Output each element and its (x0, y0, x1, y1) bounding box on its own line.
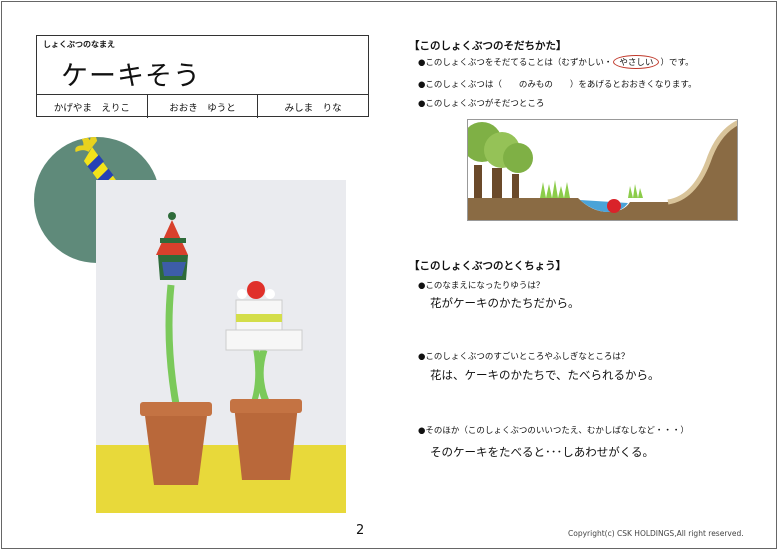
cake-plant-photo (96, 180, 346, 513)
cake-plant-illustration (96, 180, 346, 513)
author-name: みしま りな (257, 95, 368, 118)
habitat-line: ●このしょくぶつがそだつところ (418, 99, 545, 109)
plant-name-box: しょくぶつのなまえ ケーキそう かげやま えりこ おおき ゆうと みしま りな (36, 35, 369, 118)
difficulty-suffix: ）です。 (660, 58, 694, 68)
name-caption: しょくぶつのなまえ (43, 40, 115, 49)
plant-name: ケーキそう (61, 61, 201, 92)
growth-heading: 【このしょくぶつのそだちかた】 (409, 40, 567, 52)
answer-name-reason: 花がケーキのかたちだから。 (430, 296, 580, 310)
page-number: 2 (356, 523, 365, 538)
habitat-landscape (467, 119, 738, 221)
authors-row: かげやま えりこ おおき ゆうと みしま りな (37, 94, 368, 118)
author-name: おおき ゆうと (146, 95, 258, 118)
difficulty-prefix: ●このしょくぶつをそだてることは（むずかしい・ (418, 58, 613, 68)
question-amazing-points: ●このしょくぶつのすごいところやふしぎなところは？ (418, 352, 630, 362)
question-name-reason: ●このなまえになったりゆうは？ (418, 281, 545, 291)
difficulty-circled-answer: やさしい (613, 55, 660, 69)
answer-amazing-points: 花は、ケーキのかたちで、たべられるから。 (430, 368, 660, 382)
copyright-text: Copyright(c) CSK HOLDINGS,All right rese… (568, 529, 744, 538)
habitat-landscape-illustration (468, 120, 737, 220)
author-name: かげやま えりこ (53, 102, 130, 114)
answer-other: そのケーキをたべると･･･しあわせがくる。 (430, 445, 655, 459)
food-line: ●このしょくぶつは（ のみもの ）をあげるとおおきくなります。 (418, 80, 697, 90)
features-heading: 【このしょくぶつのとくちょう】 (409, 260, 567, 272)
difficulty-line: ●このしょくぶつをそだてることは（むずかしい・ やさしい ）です。 (418, 55, 694, 69)
question-other: ●そのほか（このしょくぶつのいいつたえ、むかしばなしなど・・・） (418, 426, 689, 436)
